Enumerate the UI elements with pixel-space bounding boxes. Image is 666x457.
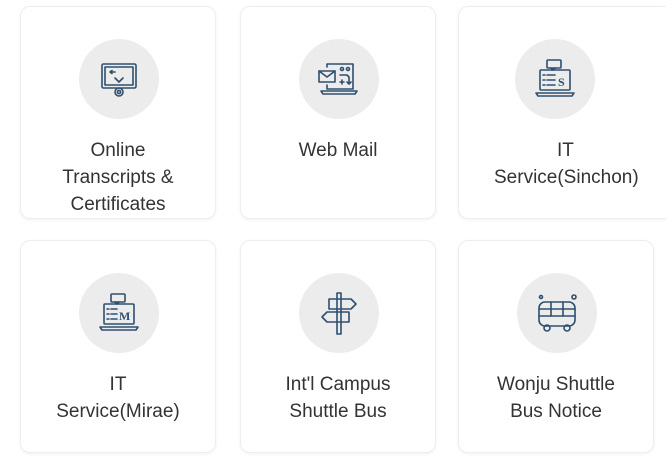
tile-label: Int'l Campus Shuttle Bus <box>285 374 391 422</box>
tile-label-line1: IT <box>557 140 574 161</box>
tile-label: Online Transcripts & Certificates <box>62 140 174 215</box>
quick-links-grid: Online Transcripts & Certificates Web Ma… <box>0 0 666 457</box>
svg-text:M: M <box>119 309 130 323</box>
signpost-icon <box>299 273 379 353</box>
tile-it-service-mirae[interactable]: M IT Service(Mirae) <box>20 240 216 453</box>
tile-label-line2: Service(Sinchon) <box>494 167 639 188</box>
tile-online-transcripts[interactable]: Online Transcripts & Certificates <box>20 6 216 219</box>
web-mail-icon <box>299 39 379 119</box>
svg-text:S: S <box>558 75 565 89</box>
tile-label: IT Service(Mirae) <box>56 374 180 422</box>
tile-label: IT Service(Sinchon) <box>494 137 666 191</box>
tile-it-service-sinchon[interactable]: S IT Service(Sinchon) <box>458 6 666 219</box>
it-service-mirae-icon: M <box>79 273 159 353</box>
certificate-icon <box>79 39 159 119</box>
it-service-sinchon-icon: S <box>515 39 595 119</box>
tile-web-mail[interactable]: Web Mail <box>240 6 436 219</box>
tile-wonju-shuttle-bus-notice[interactable]: Wonju Shuttle Bus Notice <box>458 240 654 453</box>
bus-icon <box>517 273 597 353</box>
tile-intl-campus-shuttle-bus[interactable]: Int'l Campus Shuttle Bus <box>240 240 436 453</box>
tile-label: Web Mail <box>298 140 378 161</box>
tile-label: Wonju Shuttle Bus Notice <box>497 374 615 422</box>
